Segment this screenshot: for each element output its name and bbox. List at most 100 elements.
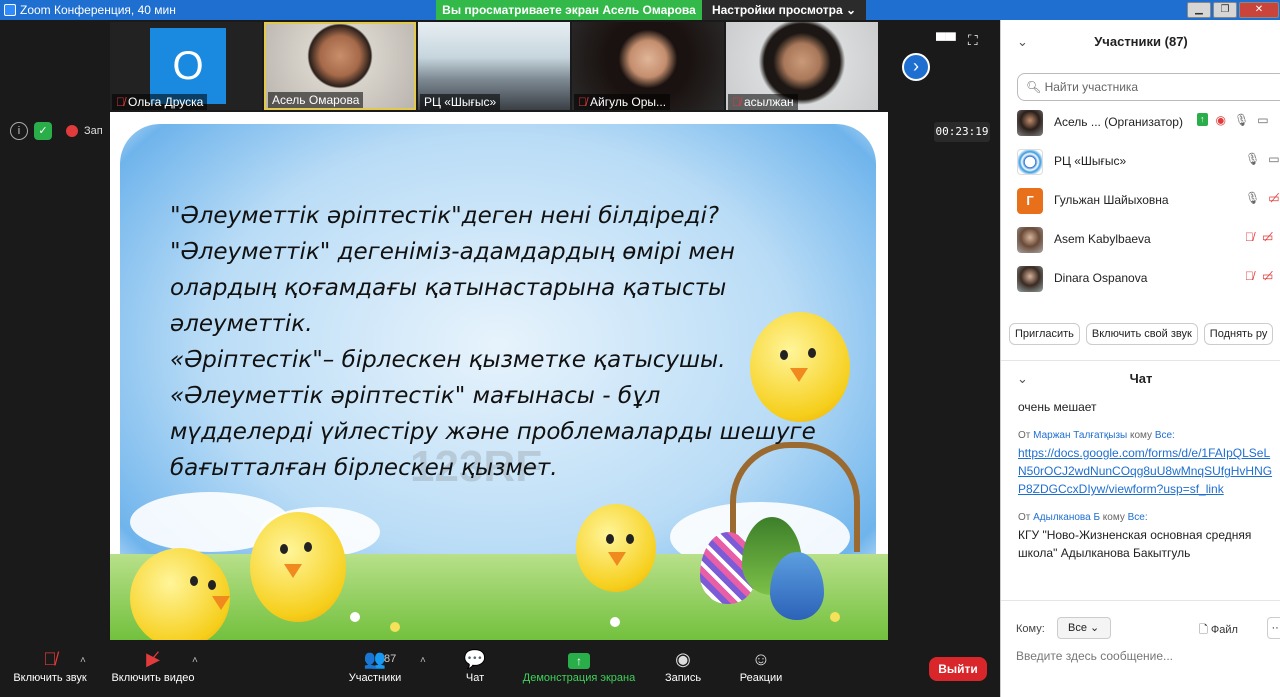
sharing-icon: ↑: [1197, 113, 1208, 126]
chat-text: КГУ "Ново-Жизненская основная средняя шк…: [1018, 528, 1252, 560]
thumbnail-name: 🎙̸ Айгуль Оры...: [574, 94, 671, 110]
view-settings-button[interactable]: Настройки просмотра ⌄: [702, 0, 866, 20]
chat-meta: От Маржан Талғатқызы кому Все:: [1018, 430, 1175, 441]
collapse-chevron-icon[interactable]: ⌄: [1017, 361, 1028, 397]
slide-line: «Әлеуметтік әріптестік" мағынасы - бұл: [170, 383, 661, 409]
thumbnail-name: 🎙̸ асылжан: [728, 94, 798, 110]
record-button[interactable]: ◉ Запись: [660, 646, 706, 684]
search-icon: 🔍︎: [1026, 80, 1045, 94]
participant-row[interactable]: Dinara Ospanova 🎙̸ ▭̸: [1001, 260, 1280, 298]
recipient-select[interactable]: Все ⌄: [1057, 617, 1111, 639]
close-button[interactable]: ✕: [1239, 2, 1279, 18]
participant-row[interactable]: РЦ «Шығыс» 🎙 ▭: [1001, 143, 1280, 181]
thumbnail-rc[interactable]: РЦ «Шығыс»: [418, 22, 570, 110]
fullscreen-icon[interactable]: ⛶: [968, 32, 978, 49]
reactions-label: Реакции: [739, 672, 783, 684]
chat-link[interactable]: https://docs.google.com/forms/d/e/1FAIpQ…: [1018, 444, 1276, 498]
participant-name: РЦ «Шығыс»: [1054, 154, 1127, 168]
participants-icon: 👥 87 ˄: [340, 646, 426, 672]
invite-button[interactable]: Пригласить: [1009, 323, 1080, 345]
file-button[interactable]: 🗋 Файл: [1199, 621, 1238, 640]
mic-muted-icon: 🎙̸: [116, 95, 125, 109]
share-screen-label: Демонстрация экрана: [522, 672, 636, 684]
unmute-me-button[interactable]: Включить свой звук: [1085, 323, 1198, 345]
thumbnail-asel[interactable]: Асель Омарова: [264, 22, 416, 110]
start-video-label: Включить видео: [111, 672, 195, 684]
chat-message-input[interactable]: Введите здесь сообщение...: [1016, 649, 1173, 663]
chat-message: От Маржан Талғатқызы кому Все: https://d…: [1018, 430, 1276, 498]
slide-line: «Әріптестік"– бірлескен қызметке қатысуш…: [170, 347, 726, 373]
start-video-button[interactable]: ▶̸ ˄ Включить видео: [106, 646, 200, 684]
meeting-main-area: О 🎙̸ Ольга Друска Асель Омарова РЦ «Шығыс…: [0, 20, 1000, 652]
avatar: [1017, 149, 1043, 175]
camera-off-icon: ▭̸: [1262, 269, 1274, 283]
mic-icon: 🎙: [1245, 191, 1261, 205]
maximize-button[interactable]: ❐: [1213, 2, 1237, 18]
slide-text: "Әлеуметтік әріптестік"деген нені білдір…: [170, 198, 870, 486]
chat-footer: Кому: Все ⌄ 🗋 Файл ··· Введите здесь соо…: [1001, 600, 1280, 697]
zoom-app-icon: [4, 4, 16, 16]
shared-screen-slide: 123RF "Әлеуметтік әріптестік"деген нені …: [110, 112, 888, 644]
thumbnail-asylzhan[interactable]: 🎙̸ асылжан: [726, 22, 878, 110]
meeting-info-bar: i ✓ Зап: [10, 122, 103, 140]
participant-name: Dinara Ospanova: [1054, 271, 1148, 285]
flower: [350, 612, 360, 622]
participants-header: ⌄ Участники (87): [1001, 20, 1280, 64]
thumbnail-name: 🎙̸ Ольга Друска: [112, 94, 208, 110]
participants-button[interactable]: 👥 87 ˄ Участники: [340, 646, 426, 684]
side-panel: ⌄ Участники (87) 🔍︎ Найти участника Асел…: [1000, 20, 1280, 697]
slide-line: олардың қоғамдағы қатынастарына қатысты: [170, 275, 727, 301]
meeting-toolbar: 🎙̸ ˄ Включить звук ▶̸ ˄ Включить видео 👥 87…: [0, 640, 1000, 697]
slide-line: "Әлеуметтік әріптестік"деген нені білдір…: [170, 203, 720, 229]
reactions-button[interactable]: ☺ Реакции: [734, 646, 788, 684]
participants-title: Участники (87): [1094, 34, 1188, 49]
mic-icon: 🎙: [1233, 113, 1250, 127]
record-icon: ◉: [675, 649, 691, 669]
file-icon: 🗋: [1199, 624, 1208, 636]
chat-icon: 💬: [463, 649, 487, 669]
more-options-button[interactable]: ···: [1267, 617, 1280, 639]
share-screen-button[interactable]: ↑ Демонстрация экрана: [518, 646, 640, 684]
flower: [830, 612, 840, 622]
chick-illustration: [250, 512, 346, 622]
camera-icon: ▭: [1257, 113, 1269, 127]
chick-illustration: [130, 548, 230, 644]
avatar: Г: [1017, 188, 1043, 214]
chat-meta: От Адылканова Б кому Все:: [1018, 512, 1148, 523]
slide-line: әлеуметтік.: [170, 311, 313, 337]
participants-label: Участники: [348, 672, 402, 684]
participant-name: Asem Kabylbaeva: [1054, 232, 1151, 246]
participant-actions: Пригласить Включить свой звук Поднять ру: [1009, 323, 1274, 345]
meeting-timer: 00:23:19: [934, 122, 990, 142]
camera-off-icon: ▭̸: [1262, 230, 1274, 244]
participant-search-input[interactable]: 🔍︎ Найти участника: [1017, 73, 1280, 101]
leave-button[interactable]: Выйти: [929, 657, 987, 681]
participant-name: Асель ... (Организатор): [1054, 115, 1183, 129]
raise-hand-button[interactable]: Поднять ру: [1203, 323, 1274, 345]
participant-row[interactable]: Асель ... (Организатор) ↑ ◉ 🎙 ▭: [1001, 104, 1280, 142]
chat-button[interactable]: 💬 Чат: [458, 646, 492, 684]
slide-line: мүдделерді үйлестіру және проблемаларды …: [170, 419, 816, 445]
avatar: [1017, 266, 1043, 292]
share-screen-icon: ↑: [518, 646, 640, 672]
chat-sender[interactable]: Маржан Талғатқызы: [1033, 430, 1127, 441]
collapse-chevron-icon[interactable]: ⌄: [1017, 20, 1028, 64]
speaker-view-icon[interactable]: ▀▀: [936, 32, 956, 49]
participant-row[interactable]: Asem Kabylbaeva 🎙̸ ▭̸: [1001, 221, 1280, 259]
thumbnail-aigul[interactable]: 🎙̸ Айгуль Оры...: [572, 22, 724, 110]
chat-messages: очень мешает От Маржан Талғатқызы кому В…: [1018, 398, 1276, 596]
thumbnail-olga[interactable]: О 🎙̸ Ольга Друска: [110, 22, 262, 110]
next-page-arrow-icon[interactable]: ›: [902, 53, 930, 81]
unmute-label: Включить звук: [13, 672, 87, 684]
minimize-button[interactable]: ▁: [1187, 2, 1211, 18]
participant-row[interactable]: Г Гульжан Шайыховна 🎙 ▭̸: [1001, 182, 1280, 220]
video-thumbnail-strip: О 🎙̸ Ольга Друска Асель Омарова РЦ «Шығыс…: [110, 22, 878, 110]
security-shield-icon[interactable]: ✓: [34, 122, 52, 140]
mic-muted-icon: 🎙̸: [1245, 269, 1254, 283]
reactions-icon: ☺: [751, 649, 771, 669]
info-icon[interactable]: i: [10, 122, 28, 140]
unmute-button[interactable]: 🎙̸ ˄ Включить звук: [10, 646, 90, 684]
chat-recipient: Все:: [1127, 512, 1148, 523]
participants-count: 87: [384, 653, 397, 665]
chat-sender[interactable]: Адылканова Б: [1033, 512, 1100, 523]
